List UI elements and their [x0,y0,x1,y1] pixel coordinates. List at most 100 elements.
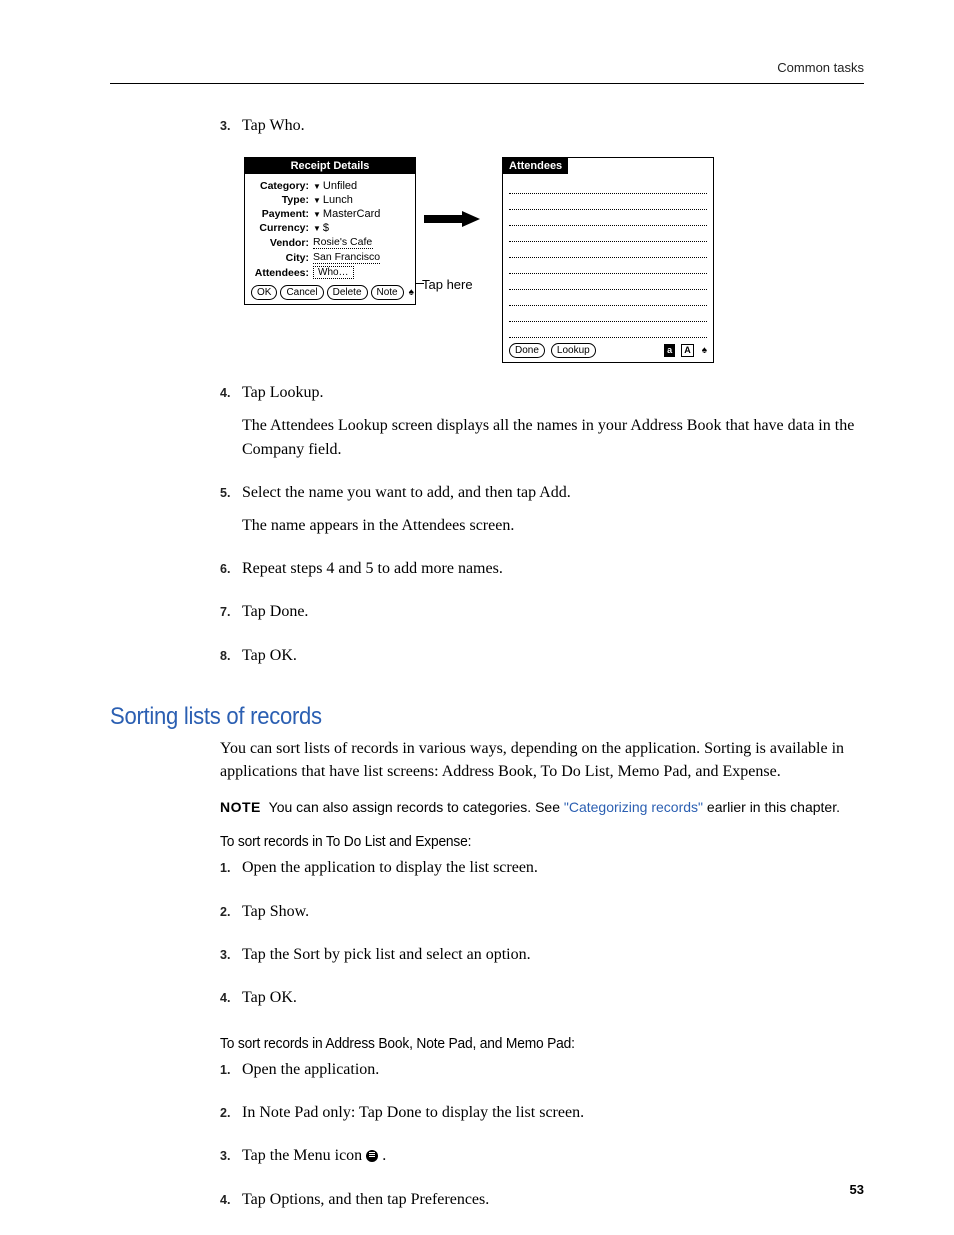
step-body: Tap the Sort by pick list and select an … [242,943,864,976]
list-line[interactable] [509,183,707,194]
step-text: Tap the Sort by pick list and select an … [242,943,864,966]
list-line[interactable] [509,311,707,322]
currency-label: Currency: [251,222,309,234]
step-body: Tap the Menu icon . [242,1144,864,1177]
vendor-label: Vendor: [251,237,309,249]
step-text: Tap OK. [242,986,864,1009]
step-b1: 1.Open the application to display the li… [220,856,864,889]
category-value[interactable]: Unfiled [323,180,357,192]
step-6: 6.Repeat steps 4 and 5 to add more names… [220,557,864,590]
attendees-label: Attendees: [251,267,309,279]
step-body: Tap Who. [242,114,864,147]
dropdown-icon[interactable]: ▼ [313,224,321,233]
dropdown-icon[interactable]: ▼ [313,210,321,219]
cancel-button[interactable]: Cancel [280,285,323,300]
step-body: Tap OK. [242,644,864,677]
step-text-after: . [378,1147,386,1164]
step-text: Tap the Menu icon . [242,1144,864,1167]
step-b4: 4.Tap OK. [220,986,864,1019]
list-line[interactable] [509,215,707,226]
step-text: Tap Options, and then tap Preferences. [242,1188,864,1211]
currency-value[interactable]: $ [323,222,329,234]
note-text-before: You can also assign records to categorie… [269,799,564,815]
note-label: NOTE [220,799,261,815]
list-line[interactable] [509,199,707,210]
step-text: In Note Pad only: Tap Done to display th… [242,1101,864,1124]
note-link[interactable]: "Categorizing records" [564,799,703,815]
step-text-before: Tap the Menu icon [242,1147,366,1164]
type-value[interactable]: Lunch [323,194,353,206]
payment-value[interactable]: MasterCard [323,208,380,220]
step-number: 4. [220,986,242,1019]
step-b2: 2.Tap Show. [220,900,864,933]
step-3: 3. Tap Who. [220,114,864,147]
step-text: Tap Done. [242,600,864,623]
header-section-label: Common tasks [110,60,864,75]
arrow-right-icon [424,211,480,227]
list-line[interactable] [509,231,707,242]
step-4: 4. Tap Lookup. The Attendees Lookup scre… [220,381,864,471]
list-line[interactable] [509,279,707,290]
section-paragraph: You can sort lists of records in various… [220,737,864,783]
subheading-c: To sort records in Address Book, Note Pa… [220,1035,812,1052]
list-line[interactable] [509,295,707,306]
document-page: Common tasks 3. Tap Who. Receipt Details… [0,0,954,1235]
step-number: 3. [220,114,242,147]
step-body: Tap Show. [242,900,864,933]
tap-here-label: Tap here [422,277,473,292]
delete-button[interactable]: Delete [327,285,368,300]
keyboard-abc-lower-icon[interactable]: a [664,344,675,357]
page-number: 53 [850,1182,864,1197]
list-line[interactable] [509,263,707,274]
step-c3: 3.Tap the Menu icon . [220,1144,864,1177]
step-number: 1. [220,1058,242,1091]
step-body: Repeat steps 4 and 5 to add more names. [242,557,864,590]
city-label: City: [251,252,309,264]
step-text: Tap Who. [242,114,864,137]
receipt-title: Receipt Details [245,158,415,174]
dropdown-icon[interactable]: ▼ [313,182,321,191]
vendor-value[interactable]: Rosie's Cafe [313,236,373,249]
city-value[interactable]: San Francisco [313,251,380,264]
caret-up-icon: ♠ [409,287,414,298]
who-button[interactable]: Who… [313,266,354,279]
step-body: Open the application. [242,1058,864,1091]
attendees-screen: Attendees Done Lookup [502,157,714,363]
keyboard-abc-upper-icon[interactable]: A [681,344,694,357]
step-c4: 4.Tap Options, and then tap Preferences. [220,1188,864,1221]
dropdown-icon[interactable]: ▼ [313,196,321,205]
step-number: 3. [220,1144,242,1177]
ok-button[interactable]: OK [251,285,277,300]
step-number: 7. [220,600,242,633]
list-line[interactable] [509,247,707,258]
step-number: 2. [220,1101,242,1134]
lookup-button[interactable]: Lookup [551,343,596,358]
step-text: Tap Show. [242,900,864,923]
step-number: 5. [220,481,242,547]
step-number: 4. [220,1188,242,1221]
list-line[interactable] [509,327,707,338]
category-label: Category: [251,180,309,192]
steps-list-b: 1.Open the application to display the li… [220,856,864,1019]
receipt-details-screen: Receipt Details Category:▼Unfiled Type:▼… [244,157,416,305]
step-c2: 2.In Note Pad only: Tap Done to display … [220,1101,864,1134]
step-text: Open the application to display the list… [242,856,864,879]
step-body: Tap OK. [242,986,864,1019]
step-c1: 1.Open the application. [220,1058,864,1091]
section-heading: Sorting lists of records [110,703,804,731]
figure: Receipt Details Category:▼Unfiled Type:▼… [244,157,864,363]
step-text: Tap Lookup. [242,381,864,404]
header-rule [110,83,864,84]
step-para: The name appears in the Attendees screen… [242,514,864,537]
step-b3: 3.Tap the Sort by pick list and select a… [220,943,864,976]
caret-up-icon: ♠ [702,345,707,356]
note-paragraph: NOTE You can also assign records to cate… [220,797,864,817]
note-button[interactable]: Note [371,285,404,300]
done-button[interactable]: Done [509,343,545,358]
step-number: 4. [220,381,242,471]
step-body: In Note Pad only: Tap Done to display th… [242,1101,864,1134]
steps-list-a-cont: 4. Tap Lookup. The Attendees Lookup scre… [220,381,864,677]
step-body: Tap Lookup. The Attendees Lookup screen … [242,381,864,471]
menu-icon [366,1150,378,1162]
step-text: Open the application. [242,1058,864,1081]
